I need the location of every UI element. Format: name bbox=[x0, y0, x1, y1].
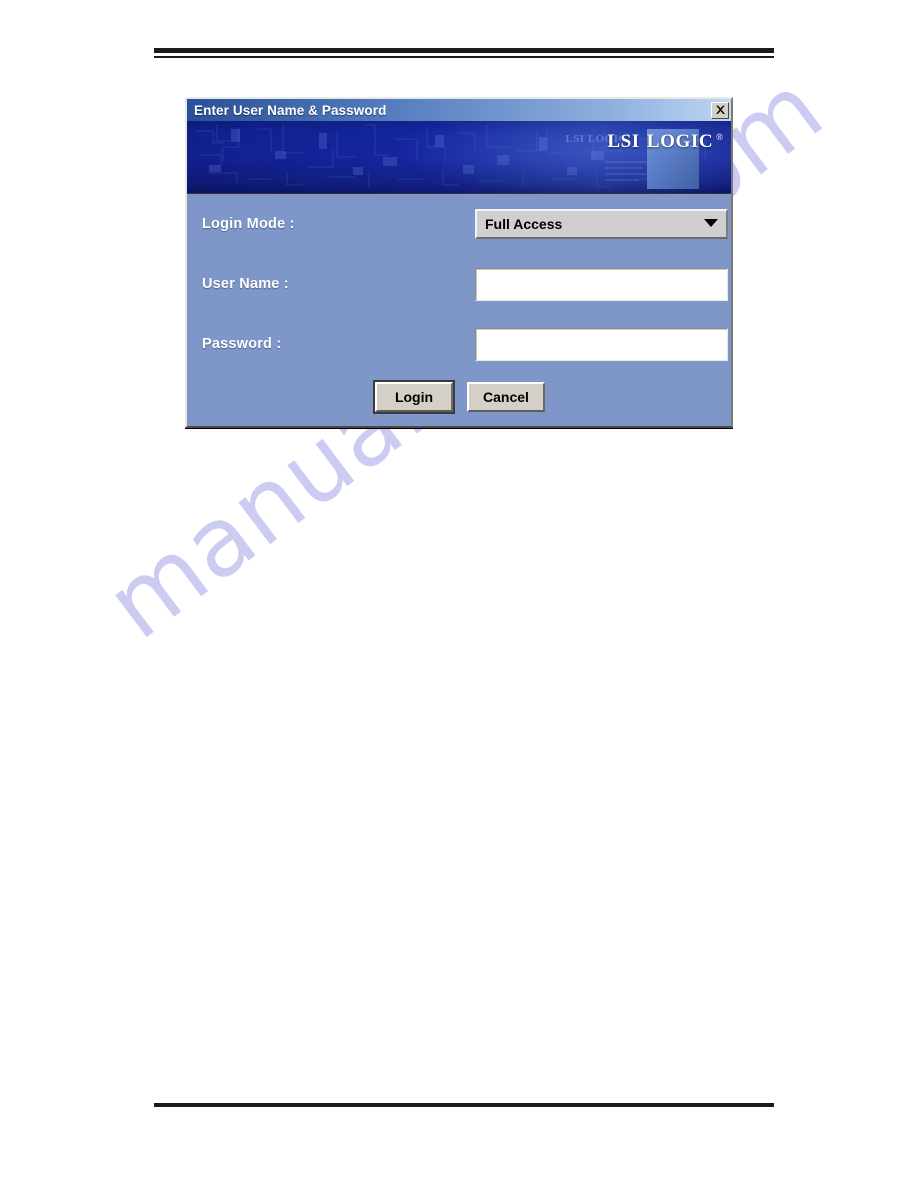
login-dialog: Enter User Name & Password LSI LOGIC LSI… bbox=[185, 97, 733, 428]
close-icon bbox=[715, 105, 726, 116]
password-row: Password : bbox=[187, 314, 731, 374]
login-mode-control: Full Access bbox=[475, 209, 728, 239]
user-name-row: User Name : bbox=[187, 254, 731, 314]
cancel-button[interactable]: Cancel bbox=[467, 382, 545, 412]
user-name-input[interactable] bbox=[475, 267, 728, 301]
login-mode-label: Login Mode : bbox=[202, 216, 295, 232]
user-name-label: User Name : bbox=[202, 276, 289, 292]
registered-trademark-icon: ® bbox=[716, 132, 723, 142]
login-mode-row: Login Mode : Full Access bbox=[187, 194, 731, 254]
header-rule-thick bbox=[154, 48, 774, 53]
user-name-control bbox=[475, 267, 728, 301]
lsi-logic-banner: LSI LOGIC LSI LOGIC ® bbox=[187, 121, 731, 194]
password-input[interactable] bbox=[475, 327, 728, 361]
close-button[interactable] bbox=[711, 101, 729, 119]
chevron-down-icon bbox=[703, 215, 719, 233]
logo-lsi: LSI bbox=[607, 131, 640, 152]
dialog-body: Login Mode : Full Access User Name : Pas… bbox=[187, 194, 731, 426]
password-control bbox=[475, 327, 728, 361]
footer-rule bbox=[154, 1103, 774, 1107]
header-rule-thin bbox=[154, 56, 774, 58]
login-mode-value: Full Access bbox=[485, 216, 563, 232]
logo-logic: LOGIC bbox=[646, 131, 714, 152]
password-label: Password : bbox=[202, 336, 282, 352]
document-page: manualshive.com Enter User Name & Passwo… bbox=[0, 0, 918, 1188]
login-button[interactable]: Login bbox=[375, 382, 453, 412]
dialog-button-row: Login Cancel bbox=[187, 374, 731, 426]
dialog-title: Enter User Name & Password bbox=[194, 102, 387, 118]
dialog-titlebar[interactable]: Enter User Name & Password bbox=[187, 99, 731, 121]
lsi-logic-logo: LSI LOGIC ® bbox=[605, 127, 723, 189]
login-mode-select[interactable]: Full Access bbox=[475, 209, 728, 239]
